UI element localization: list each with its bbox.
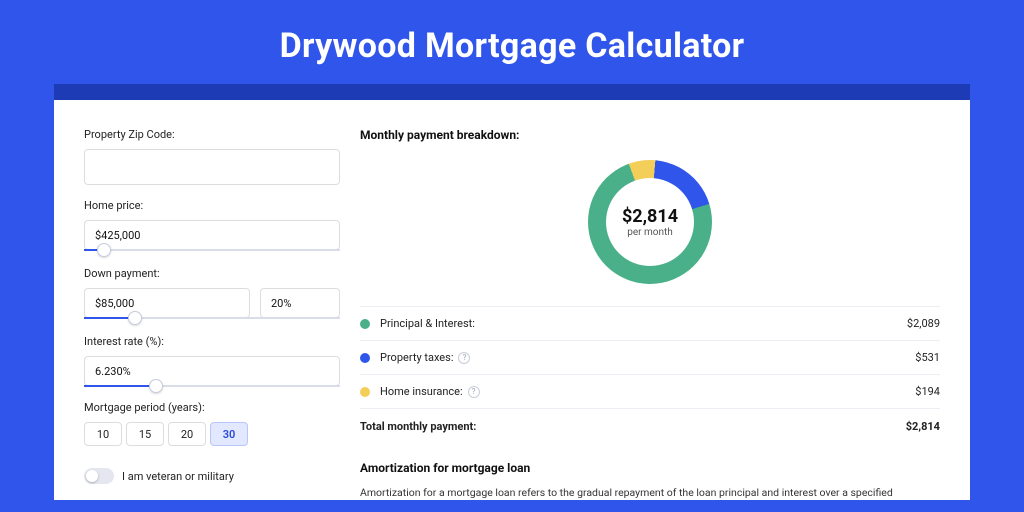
donut-chart: $2,814 per month [360, 152, 940, 292]
hint-icon[interactable]: ? [458, 352, 470, 364]
total-label: Total monthly payment: [360, 420, 906, 433]
legend-label: Home insurance: ? [380, 385, 915, 398]
term-option-15[interactable]: 15 [126, 422, 164, 446]
donut-value: $2,814 [622, 206, 678, 227]
term-option-20[interactable]: 20 [168, 422, 206, 446]
down-payment-slider[interactable] [84, 317, 340, 319]
slider-fill [84, 385, 156, 387]
breakdown-title: Monthly payment breakdown: [360, 128, 940, 142]
term-label: Mortgage period (years): [84, 401, 340, 414]
breakdown-panel: Monthly payment breakdown: $2,814 per mo… [360, 128, 940, 500]
down-payment-pct-input[interactable] [260, 288, 340, 318]
down-payment-input[interactable] [84, 288, 250, 318]
legend-row-principal: Principal & Interest: $2,089 [360, 307, 940, 341]
zip-label: Property Zip Code: [84, 128, 340, 141]
down-payment-label: Down payment: [84, 267, 340, 280]
legend-value: $194 [915, 385, 940, 398]
amortization-section: Amortization for mortgage loan Amortizat… [360, 461, 940, 501]
home-price-input[interactable] [84, 220, 340, 250]
interest-rate-slider[interactable] [84, 385, 340, 387]
interest-rate-label: Interest rate (%): [84, 335, 340, 348]
slider-thumb[interactable] [128, 311, 142, 325]
legend: Principal & Interest: $2,089 Property ta… [360, 306, 940, 443]
slider-thumb[interactable] [149, 379, 163, 393]
veteran-label: I am veteran or military [122, 470, 234, 483]
home-price-label: Home price: [84, 199, 340, 212]
legend-row-taxes: Property taxes: ? $531 [360, 341, 940, 375]
amortization-text: Amortization for a mortgage loan refers … [360, 485, 940, 501]
input-form: Property Zip Code: Home price: Down paym… [84, 128, 340, 500]
legend-value: $531 [915, 351, 940, 364]
interest-rate-input[interactable] [84, 356, 340, 386]
zip-input[interactable] [84, 149, 340, 185]
calculator-panel: Property Zip Code: Home price: Down paym… [54, 100, 970, 500]
donut-unit: per month [622, 227, 678, 238]
bullet-icon [360, 319, 370, 329]
veteran-toggle[interactable] [84, 468, 114, 484]
total-value: $2,814 [906, 420, 940, 433]
amortization-title: Amortization for mortgage loan [360, 461, 940, 475]
legend-label: Principal & Interest: [380, 317, 907, 330]
hint-icon[interactable]: ? [468, 386, 480, 398]
bullet-icon [360, 387, 370, 397]
donut-center: $2,814 per month [622, 206, 678, 238]
bullet-icon [360, 353, 370, 363]
legend-value: $2,089 [907, 317, 940, 330]
page-title: Drywood Mortgage Calculator [0, 0, 1024, 84]
home-price-slider[interactable] [84, 249, 340, 251]
legend-row-total: Total monthly payment: $2,814 [360, 409, 940, 443]
term-option-10[interactable]: 10 [84, 422, 122, 446]
legend-row-insurance: Home insurance: ? $194 [360, 375, 940, 409]
slider-thumb[interactable] [97, 243, 111, 257]
legend-label: Property taxes: ? [380, 351, 915, 364]
header-shadow [54, 84, 970, 100]
term-options: 10 15 20 30 [84, 422, 340, 446]
term-option-30[interactable]: 30 [210, 422, 248, 446]
